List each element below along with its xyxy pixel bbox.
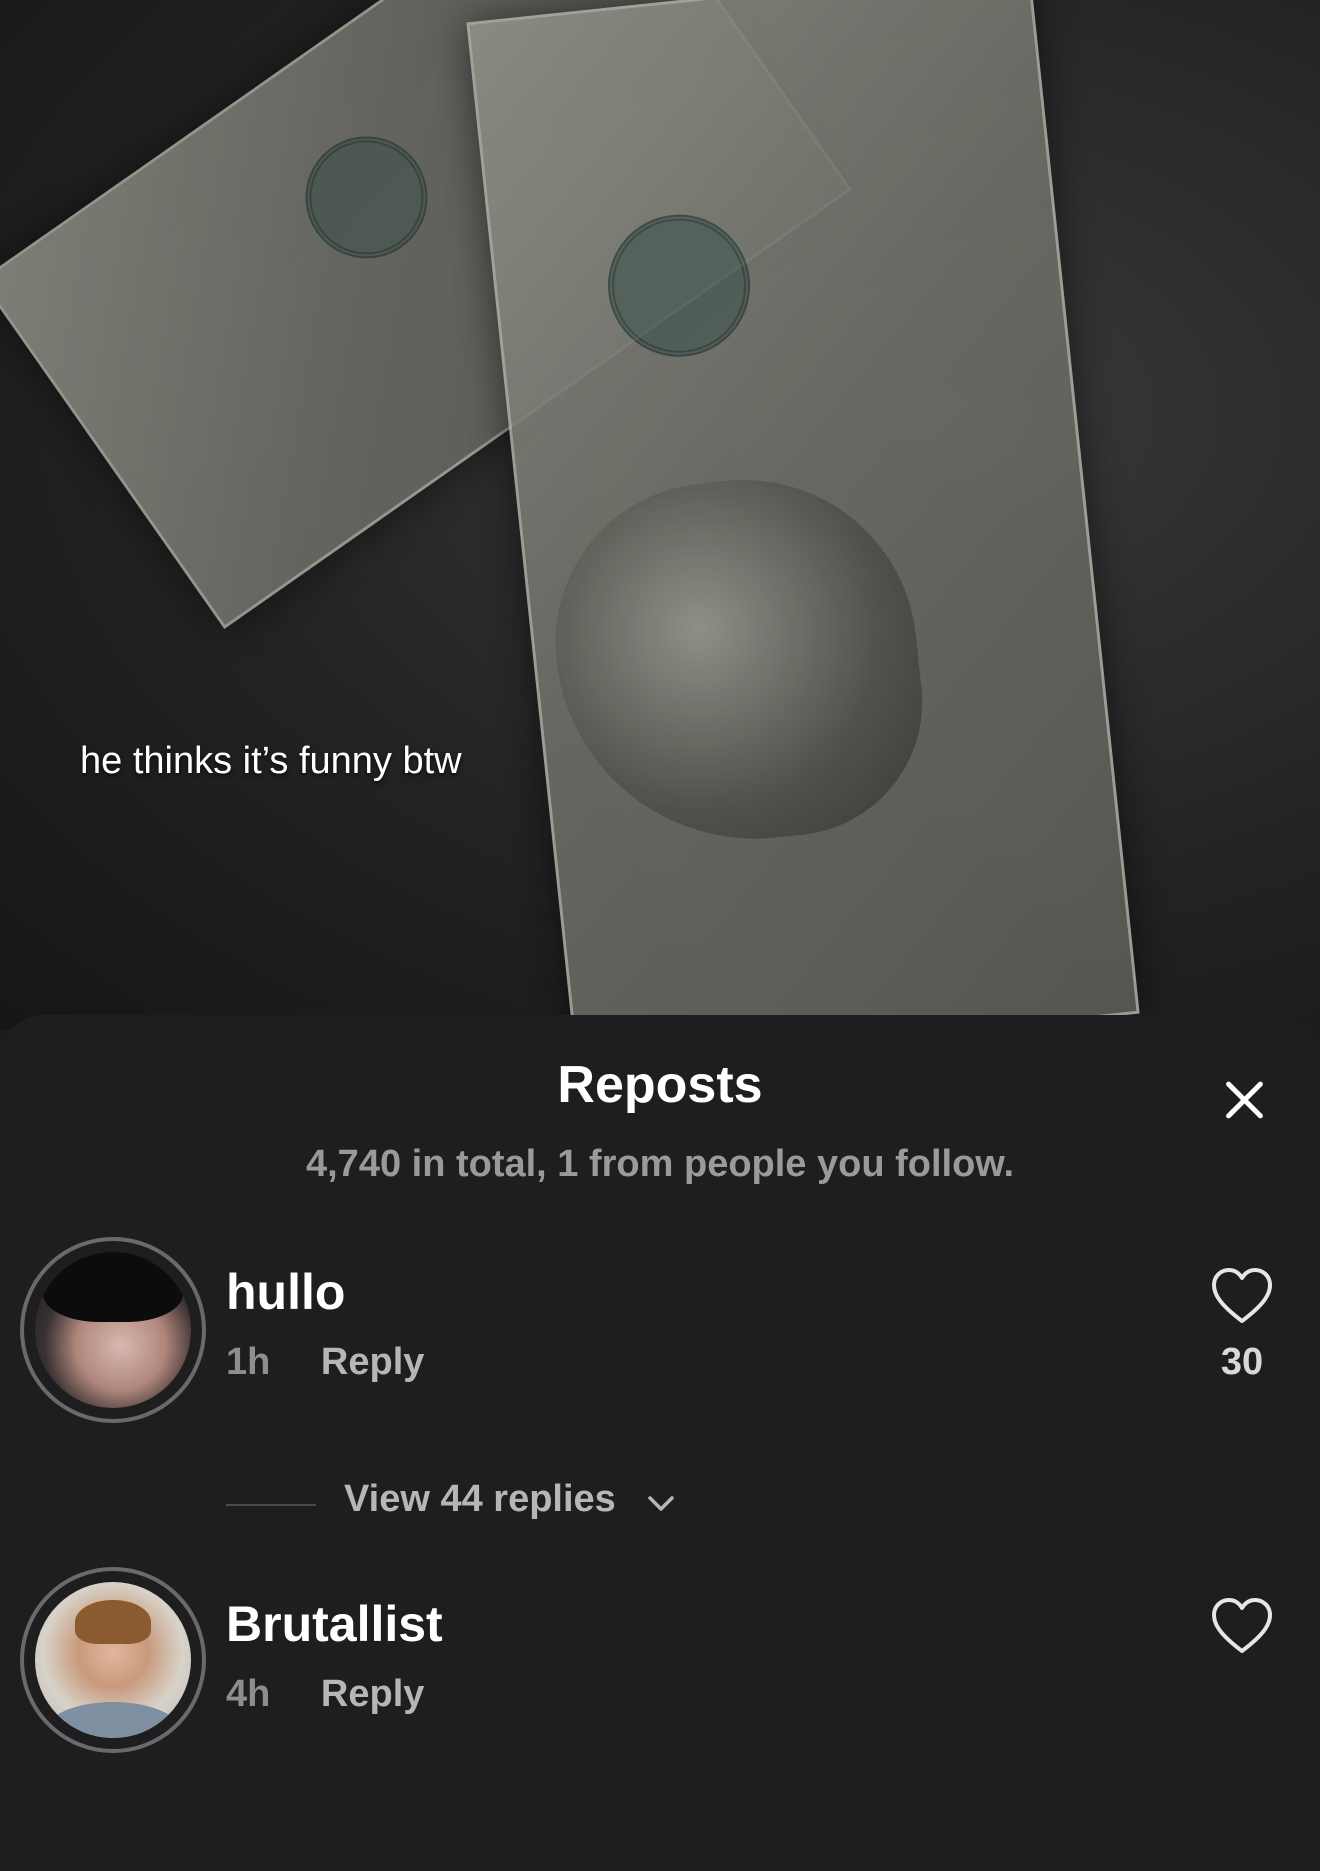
avatar[interactable] [20, 1237, 206, 1423]
bill-seal [601, 207, 758, 364]
heart-icon[interactable] [1210, 1267, 1274, 1327]
close-icon[interactable] [1222, 1077, 1268, 1123]
bill-portrait [539, 462, 936, 859]
avatar[interactable] [20, 1567, 206, 1753]
comment-username[interactable]: Brutallist [226, 1595, 443, 1653]
heart-icon[interactable] [1210, 1597, 1274, 1657]
video-background[interactable]: he thinks it’s funny btw [0, 0, 1320, 1030]
comment-meta: 1h Reply [226, 1341, 424, 1384]
reply-button[interactable]: Reply [321, 1341, 424, 1383]
sheet-title: Reposts [557, 1056, 763, 1114]
avatar-image [35, 1582, 191, 1738]
comment-time: 4h [226, 1673, 271, 1715]
avatar-image [35, 1252, 191, 1408]
reply-button[interactable]: Reply [321, 1673, 424, 1715]
sheet-subtitle: 4,740 in total, 1 from people you follow… [305, 1143, 1015, 1185]
comment-time: 1h [226, 1341, 271, 1383]
comment-username[interactable]: hullo [226, 1263, 345, 1321]
comment-item: Brutallist 4h Reply [0, 1567, 1320, 1767]
comment-meta: 4h Reply [226, 1673, 424, 1716]
chevron-down-icon [648, 1496, 674, 1511]
comment-item: hullo 1h Reply 30 [0, 1237, 1320, 1437]
twenty-dollar-bill-image [466, 0, 1140, 1030]
bill-seal [281, 112, 452, 283]
like-count: 30 [1220, 1341, 1264, 1383]
view-replies-label: View 44 replies [344, 1478, 616, 1520]
video-caption: he thinks it’s funny btw [80, 740, 462, 782]
view-replies-button[interactable]: View 44 replies [226, 1478, 826, 1528]
divider-line [226, 1504, 316, 1506]
